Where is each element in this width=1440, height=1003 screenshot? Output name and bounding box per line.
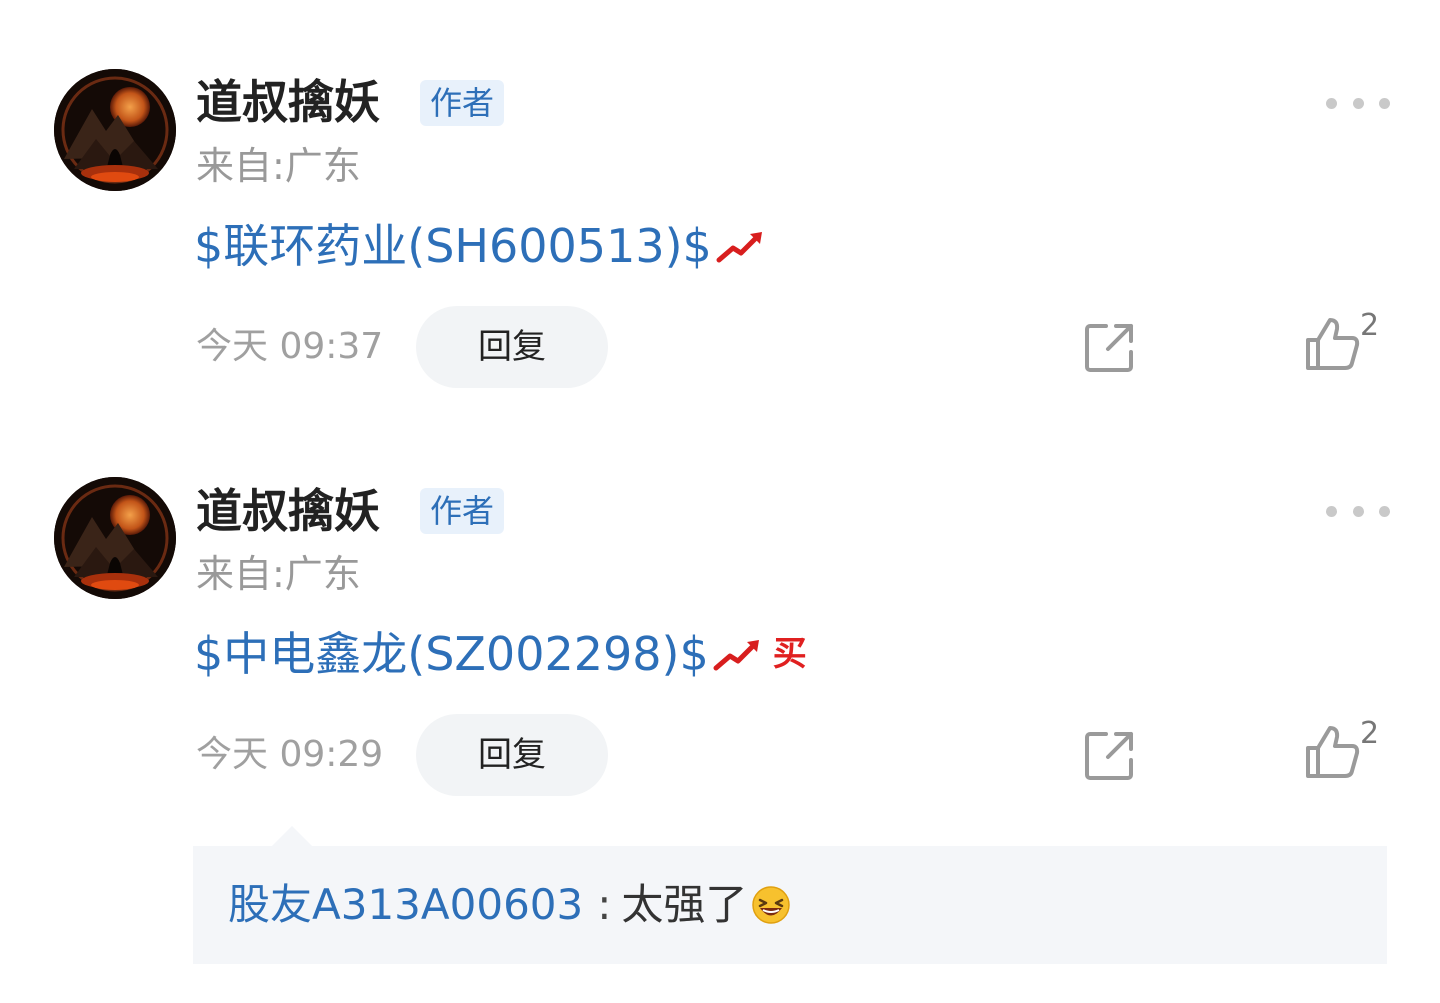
avatar[interactable] <box>54 69 176 191</box>
more-dot <box>1326 505 1337 517</box>
like-count: 2 <box>1360 308 1380 343</box>
reply-text: 太强了 <box>621 880 748 929</box>
more-icon[interactable] <box>1326 88 1390 118</box>
more-dot <box>1379 97 1390 109</box>
more-dot <box>1352 97 1364 109</box>
share-icon[interactable] <box>1084 730 1136 782</box>
laughing-emoji-icon <box>752 886 791 924</box>
stock-link[interactable]: $联环药业(SH600513)$ <box>194 218 712 274</box>
reply-line: 股友A313A00603 : 太强了 <box>228 878 791 932</box>
thumbs-up-icon[interactable] <box>1304 724 1360 780</box>
reply-button[interactable]: 回复 <box>416 306 608 388</box>
more-dot <box>1379 505 1390 517</box>
username[interactable]: 道叔擒妖 <box>196 76 380 128</box>
reply-username[interactable]: 股友A313A00603 <box>228 878 583 932</box>
like-count: 2 <box>1360 716 1380 751</box>
avatar-image <box>54 69 176 191</box>
trend-up-icon <box>713 640 759 671</box>
post-content: $中电鑫龙(SZ002298)$ 买 <box>194 626 809 682</box>
post-timestamp: 今天 09:29 <box>196 734 384 775</box>
trend-up-icon <box>716 232 762 263</box>
post-timestamp: 今天 09:37 <box>196 326 384 367</box>
author-badge: 作者 <box>420 80 505 126</box>
author-badge: 作者 <box>420 488 505 534</box>
reply-button[interactable]: 回复 <box>416 714 608 796</box>
reply-colon: : <box>597 880 612 929</box>
stock-link[interactable]: $中电鑫龙(SZ002298)$ <box>194 626 709 682</box>
location-text: 来自:广东 <box>196 552 361 596</box>
more-icon[interactable] <box>1326 496 1390 526</box>
location-text: 来自:广东 <box>196 144 361 188</box>
username[interactable]: 道叔擒妖 <box>196 485 380 537</box>
reply-pointer <box>272 826 312 846</box>
avatar[interactable] <box>54 477 176 599</box>
share-icon[interactable] <box>1084 322 1136 374</box>
more-dot <box>1326 97 1337 109</box>
post-content: $联环药业(SH600513)$ <box>194 218 764 274</box>
buy-badge: 买 <box>772 634 807 674</box>
more-dot <box>1352 505 1364 517</box>
avatar-image <box>54 477 176 599</box>
thumbs-up-icon[interactable] <box>1304 316 1360 372</box>
